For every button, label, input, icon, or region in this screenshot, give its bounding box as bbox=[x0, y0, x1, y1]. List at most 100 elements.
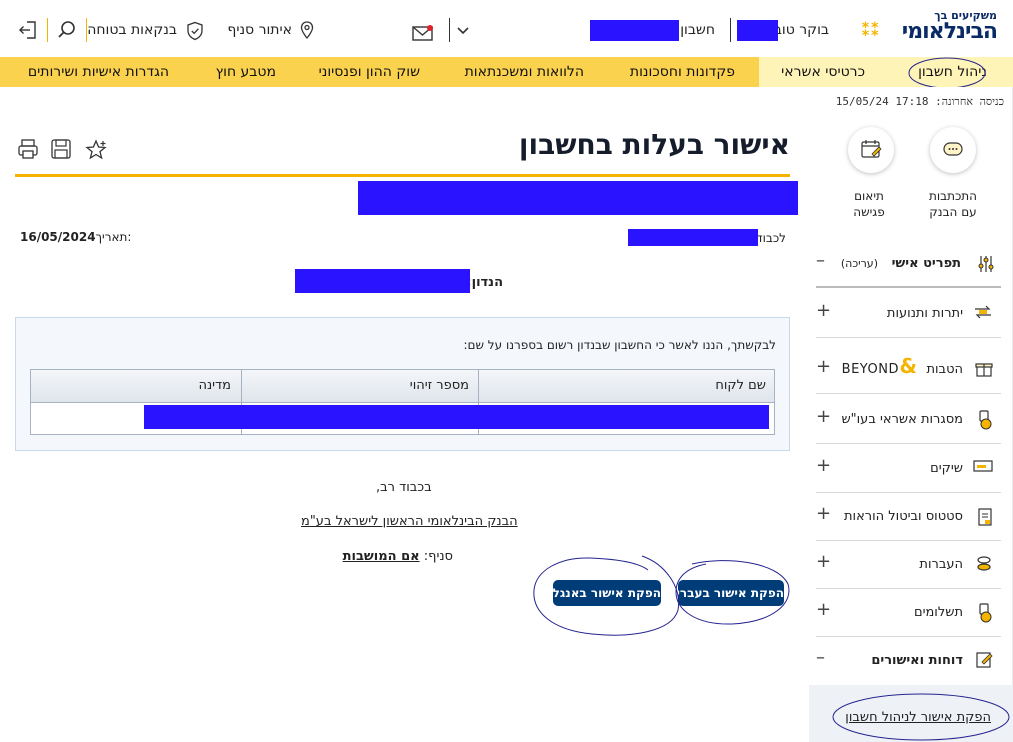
branch-field: סניף: אם המושבות bbox=[343, 549, 453, 564]
reports-icon bbox=[976, 652, 993, 668]
plus-icon[interactable]: + bbox=[816, 300, 831, 321]
minus-icon[interactable]: – bbox=[816, 250, 825, 271]
closing-text: בכבוד רב, bbox=[376, 480, 432, 495]
transfers-icon bbox=[977, 556, 991, 571]
col-country: מדינה bbox=[198, 378, 231, 393]
ampersand-logo-icon: & bbox=[899, 354, 917, 378]
subject-label: הנדון: bbox=[466, 275, 503, 290]
last-login-label: כניסה אחרונה: bbox=[935, 95, 1004, 108]
chat-with-bank-button[interactable] bbox=[930, 127, 976, 173]
schedule-meeting-button[interactable] bbox=[848, 127, 894, 173]
location-pin-icon bbox=[300, 21, 314, 40]
logo-mark-icon: ⁑⁑ bbox=[861, 20, 880, 41]
sidebar-item-label: הטבות bbox=[926, 362, 963, 377]
schedule-meeting-label: תיאום פגישה bbox=[836, 188, 902, 220]
nav-personal-settings[interactable]: הגדרות אישיות ושירותים bbox=[28, 57, 169, 87]
beyond-label: BEYOND bbox=[841, 362, 899, 377]
transactions-icon bbox=[975, 305, 991, 319]
sidebar-item-label: מסגרות אשראי בעו"ש bbox=[841, 412, 963, 427]
table-header: שם לקוח מספר זיהוי מדינה bbox=[31, 370, 774, 403]
nav-credit-cards[interactable]: כרטיסי אשראי bbox=[781, 57, 865, 87]
personal-menu-label: תפריט אישי bbox=[891, 256, 961, 271]
label-line: עם הבנק bbox=[929, 205, 977, 219]
sidebar-item-reports[interactable]: דוחות ואישורים – bbox=[816, 637, 1001, 685]
label-line: פגישה bbox=[853, 205, 885, 219]
sidebar-item-balances[interactable]: יתרות ותנועות + bbox=[816, 290, 1001, 338]
checks-icon bbox=[973, 460, 993, 472]
date-field: 16/05/2024תאריך: bbox=[20, 230, 131, 244]
plus-icon[interactable]: + bbox=[816, 503, 831, 524]
col-customer-name: שם לקוח bbox=[715, 378, 766, 393]
save-icon[interactable] bbox=[50, 138, 72, 160]
plus-icon[interactable]: + bbox=[816, 455, 831, 476]
branch-link[interactable]: אם המושבות bbox=[343, 549, 420, 564]
branch-locator-link[interactable]: איתור סניף bbox=[227, 22, 292, 38]
page-title: אישור בעלות בחשבון bbox=[518, 128, 790, 161]
edit-link[interactable]: (עריכה) bbox=[841, 257, 878, 270]
main-nav: ניהול חשבון כרטיסי אשראי פקדונות וחסכונו… bbox=[0, 57, 1013, 89]
redacted-subject bbox=[295, 269, 470, 293]
title-underline bbox=[15, 174, 790, 177]
plus-icon[interactable]: + bbox=[816, 599, 831, 620]
sidebar-item-label: תשלומים bbox=[913, 605, 963, 620]
label-line: תיאום bbox=[854, 189, 884, 203]
annotation-circle bbox=[908, 57, 986, 89]
nav-capital-market[interactable]: שוק ההון ופנסיוני bbox=[319, 57, 420, 87]
divider bbox=[730, 18, 731, 42]
bank-name-link[interactable]: הבנק הבינלאומי הראשון לישראל בע"מ bbox=[301, 514, 518, 529]
col-id-number: מספר זיהוי bbox=[409, 378, 469, 393]
brand-logo[interactable]: הבינלאומי bbox=[902, 19, 998, 44]
secure-banking-link[interactable]: בנקאות בטוחה bbox=[87, 22, 177, 38]
nav-deposits-savings[interactable]: פקדונות וחסכונות bbox=[630, 57, 735, 87]
sidebar: כניסה אחרונה: 17:18 15/05/24 התכתבות עם … bbox=[809, 87, 1013, 742]
redacted-header-block bbox=[358, 181, 798, 215]
sidebar-item-label: דוחות ואישורים bbox=[871, 653, 963, 668]
logout-icon[interactable] bbox=[18, 20, 38, 40]
chevron-down-icon[interactable] bbox=[456, 26, 470, 36]
credit-limit-icon bbox=[979, 410, 992, 430]
nav-foreign-currency[interactable]: מטבע חוץ bbox=[216, 57, 276, 87]
favorite-star-icon[interactable] bbox=[84, 138, 108, 162]
divider bbox=[47, 18, 48, 42]
gift-icon bbox=[975, 363, 993, 377]
search-icon[interactable] bbox=[57, 20, 77, 40]
mail-icon[interactable] bbox=[412, 24, 434, 42]
greeting-text: בוקר טוב bbox=[773, 22, 829, 38]
shield-icon bbox=[187, 21, 203, 41]
last-login-value: 17:18 15/05/24 bbox=[835, 95, 929, 108]
sidebar-item-transfers[interactable]: העברות + bbox=[816, 541, 1001, 589]
chat-with-bank-label: התכתבות עם הבנק bbox=[920, 188, 986, 220]
sidebar-item-label: יתרות ותנועות bbox=[886, 306, 963, 321]
minus-icon[interactable]: – bbox=[816, 647, 825, 668]
sliders-icon bbox=[978, 256, 994, 272]
plus-icon[interactable]: + bbox=[816, 551, 831, 572]
chat-icon bbox=[943, 142, 963, 156]
account-label: חשבון bbox=[680, 22, 715, 38]
annotation-circle bbox=[675, 560, 790, 625]
nav-loans-mortgages[interactable]: הלוואות ומשכנתאות bbox=[465, 57, 584, 87]
plus-icon[interactable]: + bbox=[816, 356, 831, 377]
date-value: 16/05/2024 bbox=[20, 230, 96, 244]
annotation-circle bbox=[832, 693, 1010, 741]
sidebar-item-label: העברות bbox=[919, 557, 963, 572]
branch-label: סניף: bbox=[423, 549, 453, 564]
plus-icon[interactable]: + bbox=[816, 406, 831, 427]
to-label: לכבוד bbox=[756, 231, 786, 245]
annotation-circle bbox=[533, 555, 680, 636]
print-icon[interactable] bbox=[17, 138, 39, 160]
personal-menu-row[interactable]: תפריט אישי (עריכה) – bbox=[816, 240, 1001, 288]
sidebar-item-payments[interactable]: תשלומים + bbox=[816, 589, 1001, 637]
redacted-account-number[interactable] bbox=[590, 20, 679, 41]
sidebar-item-label: סטטוס וביטול הוראות bbox=[843, 509, 963, 524]
sidebar-item-label: שיקים bbox=[930, 461, 963, 476]
label-line: התכתבות bbox=[928, 189, 978, 203]
body-text: לבקשתך, הננו לאשר כי החשבון שבנדון רשום … bbox=[463, 338, 776, 352]
sidebar-item-benefits[interactable]: הטבות & BEYOND + bbox=[816, 346, 1001, 394]
last-login: כניסה אחרונה: 17:18 15/05/24 bbox=[836, 95, 1004, 108]
calendar-icon bbox=[861, 140, 882, 158]
sidebar-item-checks[interactable]: שיקים + bbox=[816, 445, 1001, 493]
sidebar-item-instructions[interactable]: סטטוס וביטול הוראות + bbox=[816, 493, 1001, 541]
sidebar-item-credit-limits[interactable]: מסגרות אשראי בעו"ש + bbox=[816, 396, 1001, 444]
divider bbox=[86, 18, 87, 42]
payments-icon bbox=[979, 603, 992, 623]
